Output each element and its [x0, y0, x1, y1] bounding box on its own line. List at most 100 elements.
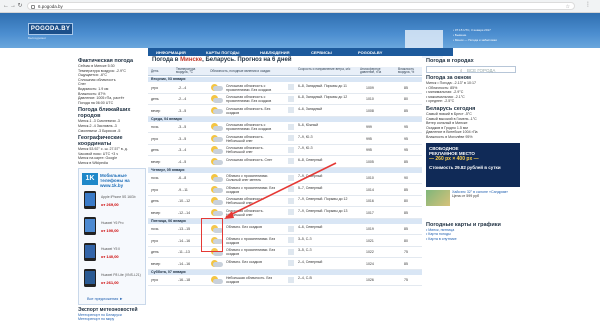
address-bar[interactable]: 6.pogoda.by ☆ — [27, 2, 575, 10]
pressure: 1008 — [366, 108, 374, 113]
wind-arrow-icon — [288, 135, 294, 141]
table-row: утро -3..-5 Сплошная облачность. Небольш… — [148, 133, 422, 145]
cloud-sun-icon — [210, 259, 223, 268]
export-section: Экспорт метеоновостей Метеорепорт по Бел… — [78, 307, 146, 322]
wind-arrow-icon — [288, 107, 294, 113]
pressure: 1009 — [366, 85, 374, 90]
nearby-city-line: Смолевичи -3 Борисов -5 — [78, 128, 121, 133]
cloud-sun-icon — [210, 106, 223, 115]
phone-name[interactable]: Huawei Y5 II — [101, 247, 145, 251]
conditions: Облачно с прояснениями. Без осадков — [226, 185, 276, 194]
wind: 6–8, Западный. Порывы до 11 — [298, 83, 347, 88]
wind: 4–6, Северный — [298, 225, 323, 229]
temperature: -14..-16 — [178, 261, 191, 266]
right-column: Погода в городах ⌕ ВСЕ ГОРОДА Погода за … — [426, 56, 520, 241]
cloud-sun-icon — [210, 197, 223, 205]
cloud-sun-icon — [210, 134, 223, 143]
wind-arrow-icon — [288, 158, 294, 164]
phone-price: от 140,00 — [101, 253, 119, 259]
conditions: Облачно. Без осадков — [226, 259, 262, 264]
nav-observations[interactable]: НАБЛЮДЕНИЯ — [260, 50, 290, 55]
forward-button[interactable]: → — [10, 3, 16, 9]
site-logo[interactable]: POGODA.BY — [28, 23, 73, 35]
phone-price: от 190,00 — [101, 227, 119, 233]
export-link[interactable]: Метеорепорт по миру — [78, 317, 114, 321]
nav-maps[interactable]: КАРТЫ ПОГОДЫ — [206, 50, 239, 55]
phone-image[interactable] — [84, 268, 96, 287]
wind: 5–6, Южный — [298, 123, 319, 127]
nav-services[interactable]: СЕРВИСЫ — [311, 50, 332, 55]
phone-image[interactable] — [84, 242, 96, 261]
temperature: -3..-5 — [178, 108, 187, 113]
phone-name[interactable]: Huawei P8 Lite (VNS-L21) — [101, 273, 145, 277]
wind: 6–8, Западный. Порывы до 12 — [298, 95, 348, 99]
maps-link[interactable]: • Карта погоды — [426, 232, 451, 236]
more-vert-icon[interactable]: ⋮ — [585, 2, 591, 8]
humidity: 85 — [404, 261, 408, 266]
nav-info[interactable]: ИНФОРМАЦИЯ — [156, 50, 186, 55]
highlight-box — [201, 218, 223, 252]
humidity: 75 — [404, 278, 408, 282]
wind-arrow-icon — [288, 95, 294, 102]
conditions: Сплошная облачность. Небольшой снег — [226, 134, 264, 143]
search-placeholder: ВСЕ ГОРОДА — [467, 67, 496, 73]
window-weather-list: Минск • Погода: -2.13° в 10:17 • Облачнос… — [426, 81, 520, 104]
wind: 7–9, Ю-З — [298, 146, 313, 150]
conditions: Небольшая облачность. Без осадков — [226, 276, 273, 284]
table-row: вечер -14..-16 Облачно. Без осадков 2–4,… — [148, 258, 422, 270]
city-search-input[interactable]: ⌕ ВСЕ ГОРОДА — [426, 66, 516, 73]
maps-link[interactable]: • Карта в спутнике — [426, 237, 457, 241]
phones-ad[interactable]: 1K Мобильные телефоны на www.1k.by Apple… — [78, 167, 146, 305]
cloud-sun-icon — [210, 83, 223, 92]
back-button[interactable]: ← — [3, 3, 9, 9]
temperature: -2..-4 — [178, 85, 187, 90]
belarus-today-list: Самый низкий в Брест -5°C Самый высокий в… — [426, 112, 520, 140]
star-icon[interactable]: ☆ — [566, 4, 570, 10]
phone-image[interactable] — [84, 190, 96, 209]
phone-name[interactable]: Huawei Y6 Pro — [101, 221, 145, 225]
wind: 6–8, Северный — [298, 157, 323, 162]
table-row: утро -9..-11 Облачно с прояснениями. Без… — [148, 184, 422, 196]
humidity: 80 — [404, 97, 408, 101]
pressure: 1021 — [366, 238, 374, 243]
wind-arrow-icon — [288, 174, 294, 181]
humidity: 80 — [404, 238, 408, 243]
maps-section: Погодные карты и графики • Минск, пятниц… — [426, 222, 520, 242]
table-row: ночь -13..-15 Облачно. Без осадков 4–6, … — [148, 224, 422, 235]
wind: 7–9, Ю-З — [298, 134, 313, 139]
reload-button[interactable]: ↻ — [17, 3, 23, 9]
humidity: 95 — [404, 125, 408, 129]
pressure: 1014 — [366, 187, 374, 192]
cloud-sun-icon — [210, 174, 223, 182]
header-temp: Температура воздуха, °C — [176, 66, 196, 75]
pressure: 1010 — [366, 97, 374, 101]
day-part: вечер — [151, 261, 161, 266]
geo-line: Минск в Wikipedia — [78, 160, 108, 165]
header-clouds: Облачность, погодные явления и осадки — [210, 68, 271, 73]
tv-image[interactable] — [426, 189, 450, 206]
forecast-table: Погода в Минске, Беларусь. Прогноз на 6 … — [148, 56, 422, 319]
export-link[interactable]: Метеорепорт по Беларуси — [78, 313, 122, 317]
phone-image[interactable] — [84, 216, 96, 235]
day-part: вечер — [151, 108, 161, 113]
header-link[interactable]: • Минск — Погода и забастовки — [453, 38, 553, 43]
wind: 4–6, Западный — [298, 106, 323, 111]
nav-pogoda[interactable]: POGODA.BY — [358, 50, 382, 55]
table-row: утро -2..-4 Сплошная облачность с проясн… — [148, 82, 422, 94]
header-day: День — [151, 68, 159, 73]
conditions: Сплошная облачность с прояснениями. Без … — [226, 95, 272, 103]
tv-ad[interactable]: Хайсэнс 32" в салоне «Сандрим» Цена от 5… — [426, 189, 520, 220]
ad-title[interactable]: Мобильные телефоны на www.1k.by — [100, 173, 144, 188]
humidity: 90 — [404, 176, 408, 180]
geo-coords-title: Географические координаты — [78, 135, 123, 148]
maps-link[interactable]: • Минск, пятница — [426, 228, 454, 232]
phone-name[interactable]: Apple iPhone 5S 16Gb — [101, 195, 145, 199]
promo-line: — 260 px × 400 px — — [429, 155, 479, 162]
phone-price: от 261,00 — [101, 279, 119, 285]
ad-space-banner[interactable]: СВОБОДНОЕ РЕКЛАМНОЕ МЕСТО — 260 px × 400… — [426, 142, 520, 187]
all-offers-link[interactable]: Все предложения ► — [87, 297, 123, 301]
table-row: ночь -6..-8 Облачно с прояснениями. Силь… — [148, 173, 422, 184]
nearby-cities-list: Минск-1 -3 Смолевичи -3 Минск-2 -4 Заслав… — [78, 119, 146, 133]
ad-logo: 1K — [82, 172, 98, 185]
humidity: 85 — [404, 85, 408, 90]
